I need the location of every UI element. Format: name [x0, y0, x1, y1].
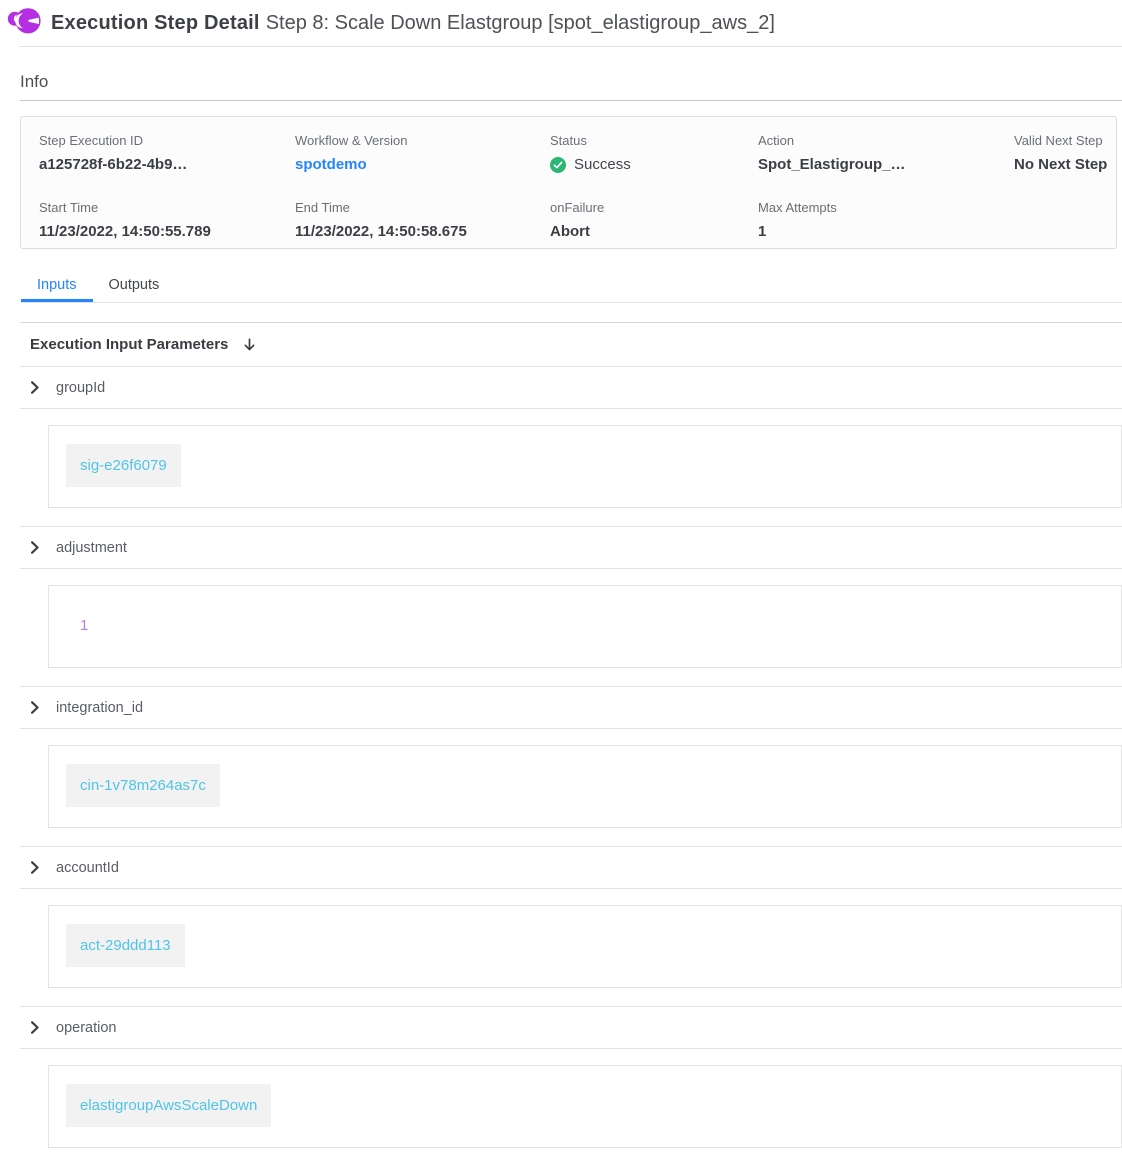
- param-name: adjustment: [56, 540, 127, 556]
- field-start-time: Start Time 11/23/2022, 14:50:55.789: [39, 200, 295, 249]
- field-value: 1: [758, 223, 1014, 240]
- divider: [20, 1048, 1122, 1049]
- param-row-groupid[interactable]: groupId: [20, 367, 1122, 408]
- param-value-chip: sig-e26f6079: [66, 444, 181, 487]
- divider: [20, 568, 1122, 569]
- page-subtitle: Step 8: Scale Down Elastgroup [spot_elas…: [266, 12, 775, 35]
- field-label: Max Attempts: [758, 200, 1014, 215]
- divider: [20, 408, 1122, 409]
- field-label: Action: [758, 133, 1014, 148]
- arrow-down-icon[interactable]: [242, 337, 257, 353]
- params-header: Execution Input Parameters: [20, 323, 1122, 366]
- field-action: Action Spot_Elastigroup_…: [758, 133, 1014, 182]
- param-name: operation: [56, 1020, 116, 1036]
- field-label: End Time: [295, 200, 550, 215]
- param-value-number: 1: [66, 604, 102, 647]
- chevron-right-icon: [28, 701, 41, 714]
- field-end-time: End Time 11/23/2022, 14:50:58.675: [295, 200, 550, 249]
- field-workflow-version: Workflow & Version spotdemo: [295, 133, 550, 182]
- info-card: Step Execution ID a125728f-6b22-4b9… Wor…: [20, 116, 1117, 249]
- param-value-panel: elastigroupAwsScaleDown: [48, 1065, 1122, 1148]
- success-check-icon: [550, 157, 566, 173]
- page-title: Execution Step Detail: [51, 12, 260, 35]
- param-row-adjustment[interactable]: adjustment: [20, 527, 1122, 568]
- param-row-operation[interactable]: operation: [20, 1007, 1122, 1048]
- field-label: Valid Next Step: [1014, 133, 1116, 148]
- chevron-right-icon: [28, 381, 41, 394]
- param-value-panel: 1: [48, 585, 1122, 668]
- spot-logo-icon: [7, 4, 41, 43]
- param-value-panel: act-29ddd113: [48, 905, 1122, 988]
- param-name: integration_id: [56, 700, 143, 716]
- param-name: groupId: [56, 380, 105, 396]
- field-label: Step Execution ID: [39, 133, 295, 148]
- param-section-integration-id: integration_id cin-1v78m264as7c: [20, 686, 1122, 828]
- workflow-link[interactable]: spotdemo: [295, 156, 550, 173]
- param-value-chip: cin-1v78m264as7c: [66, 764, 220, 807]
- tab-outputs[interactable]: Outputs: [93, 266, 176, 302]
- tab-bar: Inputs Outputs: [21, 266, 1122, 303]
- divider: [20, 728, 1122, 729]
- field-value: 11/23/2022, 14:50:58.675: [295, 223, 550, 240]
- param-value-chip: elastigroupAwsScaleDown: [66, 1084, 271, 1127]
- field-status: Status Success: [550, 133, 758, 182]
- chevron-right-icon: [28, 541, 41, 554]
- field-value: 11/23/2022, 14:50:55.789: [39, 223, 295, 240]
- header-divider: [19, 46, 1122, 47]
- param-section-accountid: accountId act-29ddd113: [20, 846, 1122, 988]
- field-value: No Next Step: [1014, 156, 1116, 173]
- param-section-groupid: groupId sig-e26f6079: [20, 367, 1122, 508]
- param-section-adjustment: adjustment 1: [20, 526, 1122, 668]
- field-onfailure: onFailure Abort: [550, 200, 758, 249]
- field-label: Status: [550, 133, 758, 148]
- field-label: onFailure: [550, 200, 758, 215]
- status-text: Success: [574, 156, 631, 173]
- field-step-execution-id: Step Execution ID a125728f-6b22-4b9…: [39, 133, 295, 182]
- info-section-heading: Info: [20, 72, 1122, 92]
- field-value: Abort: [550, 223, 758, 240]
- chevron-right-icon: [28, 861, 41, 874]
- field-value: a125728f-6b22-4b9…: [39, 156, 295, 173]
- param-name: accountId: [56, 860, 119, 876]
- params-title: Execution Input Parameters: [30, 336, 228, 353]
- field-max-attempts: Max Attempts 1: [758, 200, 1014, 249]
- info-divider: [20, 100, 1122, 101]
- field-label: Start Time: [39, 200, 295, 215]
- field-valid-next-step: Valid Next Step No Next Step: [1014, 133, 1116, 182]
- param-row-integration-id[interactable]: integration_id: [20, 687, 1122, 728]
- field-label: Workflow & Version: [295, 133, 550, 148]
- param-value-panel: cin-1v78m264as7c: [48, 745, 1122, 828]
- chevron-right-icon: [28, 1021, 41, 1034]
- param-value-chip: act-29ddd113: [66, 924, 185, 967]
- tab-inputs[interactable]: Inputs: [21, 266, 93, 302]
- field-value: Spot_Elastigroup_…: [758, 156, 1014, 173]
- divider: [20, 888, 1122, 889]
- param-value-panel: sig-e26f6079: [48, 425, 1122, 508]
- param-row-accountid[interactable]: accountId: [20, 847, 1122, 888]
- page-header: Execution Step Detail Step 8: Scale Down…: [0, 0, 1122, 46]
- param-section-operation: operation elastigroupAwsScaleDown: [20, 1006, 1122, 1148]
